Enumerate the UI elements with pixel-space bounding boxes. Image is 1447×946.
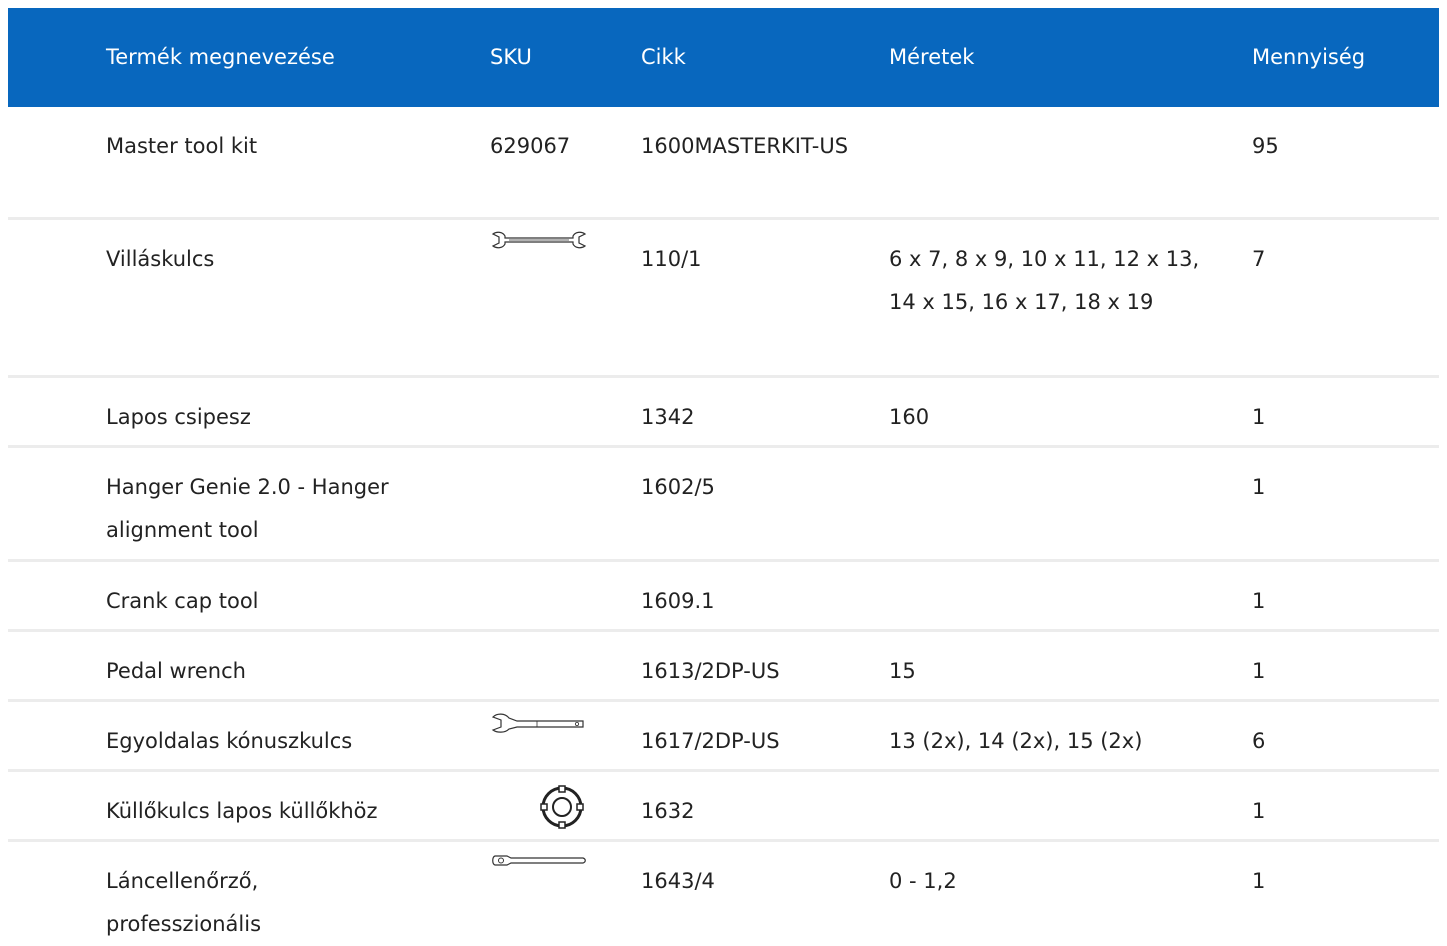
- product-name: Egyoldalas kónuszkulcs: [106, 729, 353, 753]
- product-quantity: 1: [1252, 799, 1266, 823]
- header-sku: SKU: [490, 45, 532, 69]
- table-row: Lapos csipesz 1342 160 1: [8, 378, 1439, 448]
- product-article: 1643/4: [641, 869, 715, 893]
- product-article: 110/1: [641, 247, 702, 271]
- product-name: Hanger Genie 2.0 - Hanger alignment tool: [106, 475, 389, 542]
- product-sku: 629067: [490, 134, 571, 158]
- header-product-name: Termék megnevezése: [106, 45, 335, 69]
- product-name: Küllőkulcs lapos küllőkhöz: [106, 799, 378, 823]
- product-name: Villáskulcs: [106, 247, 215, 271]
- open-end-wrench-icon: [491, 231, 587, 249]
- header-article: Cikk: [641, 45, 686, 69]
- table-row: Láncellenőrző, professzionális 1643/4 0 …: [8, 842, 1439, 946]
- product-table: Termék megnevezése SKU Cikk Méretek Menn…: [8, 8, 1439, 946]
- header-dimensions: Méretek: [889, 45, 975, 69]
- product-article: 1617/2DP-US: [641, 729, 780, 753]
- product-dimensions: 6 x 7, 8 x 9, 10 x 11, 12 x 13, 14 x 15,…: [889, 247, 1200, 314]
- product-article: 1609.1: [641, 589, 715, 613]
- product-dimensions: 160: [889, 405, 930, 429]
- product-quantity: 1: [1252, 869, 1266, 893]
- product-name: Lapos csipesz: [106, 405, 251, 429]
- product-article: 1600MASTERKIT-US: [641, 134, 849, 158]
- product-dimensions: 13 (2x), 14 (2x), 15 (2x): [889, 729, 1143, 753]
- table-row: Master tool kit 629067 1600MASTERKIT-US …: [8, 107, 1439, 220]
- table-row: Küllőkulcs lapos küllőkhöz 1632 1: [8, 772, 1439, 842]
- product-quantity: 1: [1252, 659, 1266, 683]
- product-name: Pedal wrench: [106, 659, 246, 683]
- product-dimensions: 15: [889, 659, 916, 683]
- table-row: Villáskulcs 110/1 6 x 7, 8 x 9, 10 x 11,…: [8, 220, 1439, 378]
- product-dimensions: 0 - 1,2: [889, 869, 957, 893]
- product-article: 1602/5: [641, 475, 715, 499]
- product-quantity: 1: [1252, 405, 1266, 429]
- product-quantity: 6: [1252, 729, 1266, 753]
- product-article: 1342: [641, 405, 695, 429]
- product-quantity: 95: [1252, 134, 1279, 158]
- table-header: Termék megnevezése SKU Cikk Méretek Menn…: [8, 8, 1439, 107]
- header-quantity: Mennyiség: [1252, 45, 1366, 69]
- product-article: 1632: [641, 799, 695, 823]
- table-row: Egyoldalas kónuszkulcs 1617/2DP-US 13 (2…: [8, 702, 1439, 772]
- spoke-wrench-icon: [540, 785, 584, 829]
- product-name: Crank cap tool: [106, 589, 259, 613]
- product-quantity: 1: [1252, 475, 1266, 499]
- cone-wrench-icon: [491, 713, 584, 733]
- product-article: 1613/2DP-US: [641, 659, 780, 683]
- product-quantity: 7: [1252, 247, 1266, 271]
- table-row: Hanger Genie 2.0 - Hanger alignment tool…: [8, 448, 1439, 562]
- product-name: Láncellenőrző, professzionális: [106, 869, 262, 936]
- product-quantity: 1: [1252, 589, 1266, 613]
- table-row: Crank cap tool 1609.1 1: [8, 562, 1439, 632]
- table-row: Pedal wrench 1613/2DP-US 15 1: [8, 632, 1439, 702]
- chain-checker-icon: [492, 855, 586, 866]
- product-name: Master tool kit: [106, 134, 258, 158]
